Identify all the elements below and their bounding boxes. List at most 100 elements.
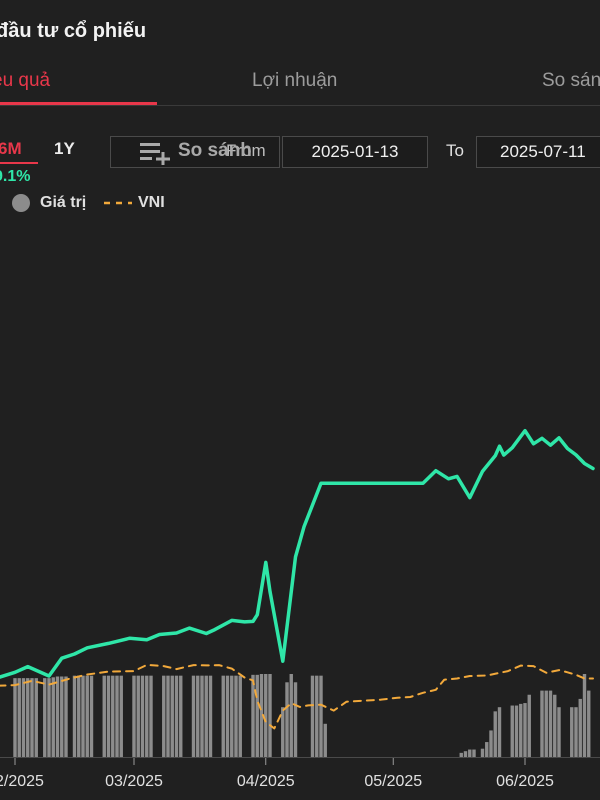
volume-bar [468, 749, 472, 757]
volume-bar [570, 707, 574, 757]
page-title: đầu tư cổ phiếu [0, 20, 147, 42]
tab-profit[interactable]: Lợi nhuận [252, 70, 337, 92]
volume-bar [43, 678, 47, 757]
volume-bar [47, 678, 51, 757]
volume-bar [310, 675, 315, 757]
compare-label: So sánh [178, 140, 252, 161]
volume-bar [578, 698, 582, 757]
volume-bar [553, 694, 557, 757]
volume-bar [132, 675, 136, 757]
volume-bar [89, 675, 94, 757]
legend-marker-dashed-line [104, 201, 132, 205]
tab-divider [0, 105, 600, 106]
volume-bar [255, 674, 259, 757]
volume-bar [174, 675, 179, 757]
volume-bar [204, 675, 208, 757]
volume-bar [17, 678, 21, 757]
volume-bar [281, 707, 285, 757]
volume-bar [493, 711, 497, 757]
legend-marker-circle [12, 194, 30, 212]
volume-bar [238, 675, 242, 757]
series-line-portfolio [0, 428, 595, 679]
x-tick-label: 06/2025 [496, 773, 554, 790]
volume-bar [497, 707, 502, 757]
add-list-icon [140, 143, 170, 165]
volume-bar [191, 675, 196, 757]
volume-bar [72, 675, 77, 757]
tab-compare[interactable]: So sán [542, 70, 600, 92]
volume-bar [582, 674, 587, 757]
volume-bar [251, 674, 255, 757]
volume-bar [55, 676, 60, 757]
volume-bar [85, 675, 89, 757]
volume-bar [21, 678, 26, 757]
volume-bar [544, 690, 548, 757]
from-date-value: 2025-01-13 [311, 142, 399, 161]
volume-bar [289, 674, 293, 757]
volume-bar [149, 675, 153, 757]
volume-bar [527, 694, 531, 757]
period-1y-button[interactable]: 1Y [54, 139, 75, 159]
volume-bar [51, 677, 55, 757]
volume-bar [463, 751, 468, 757]
volume-bar [34, 678, 38, 757]
volume-bar [285, 682, 289, 757]
volume-bar [574, 707, 578, 757]
volume-bar [162, 675, 166, 757]
volume-bar [200, 675, 204, 757]
to-date-value: 2025-07-11 [500, 142, 586, 161]
volume-bar [13, 678, 17, 757]
volume-bar [230, 675, 234, 757]
volume-bar [140, 675, 145, 757]
volume-bar [64, 676, 68, 757]
to-label: To [446, 141, 464, 160]
volume-bar [81, 675, 85, 757]
volume-bar [264, 674, 268, 757]
volume-bar [480, 748, 485, 757]
volume-bar [489, 730, 493, 757]
volume-bar [106, 675, 111, 757]
volume-bar [557, 707, 561, 757]
volume-bar [30, 678, 34, 757]
volume-bar [115, 675, 119, 757]
volume-bar [472, 749, 476, 757]
volume-bar [319, 675, 323, 757]
legend-label-vni: VNI [138, 194, 165, 211]
x-tick-label: 05/2025 [364, 773, 422, 790]
volume-bar [293, 682, 298, 757]
volume-bar [323, 723, 327, 757]
volume-bar [540, 690, 544, 757]
volume-bar [459, 752, 463, 757]
volume-bar [485, 742, 489, 757]
volume-bar [514, 705, 519, 757]
volume-bar [519, 703, 523, 757]
volume-bar [136, 675, 140, 757]
volume-bar [26, 678, 30, 757]
volume-bar [510, 705, 514, 757]
period-6m-button[interactable]: 6M [0, 139, 22, 159]
legend-label-value: Giá trị [40, 194, 87, 211]
volume-bar [268, 674, 272, 757]
volume-bar [170, 675, 174, 757]
tab-performance[interactable]: ệu quả [0, 70, 50, 92]
volume-bar [119, 675, 123, 757]
performance-chart: 02/2025 03/2025 04/2025 05/2025 06/2025 [0, 428, 600, 790]
volume-bar [523, 703, 527, 757]
volume-bar [234, 675, 238, 757]
volume-bar [111, 675, 115, 757]
volume-bar [315, 675, 319, 757]
volume-bar [221, 675, 225, 757]
period-change-value: 9.1% [0, 168, 31, 185]
volume-bar [102, 675, 106, 757]
volume-bar [166, 675, 170, 757]
volume-bar [196, 675, 200, 757]
volume-bar [60, 676, 64, 757]
volume-bar [587, 690, 591, 757]
x-tick-label: 02/2025 [0, 773, 44, 790]
period-selected-indicator [0, 162, 38, 164]
volume-bar [548, 690, 553, 757]
volume-bar [179, 675, 183, 757]
volume-bar [145, 675, 149, 757]
x-tick-label: 03/2025 [105, 773, 163, 790]
volume-bar [208, 675, 213, 757]
